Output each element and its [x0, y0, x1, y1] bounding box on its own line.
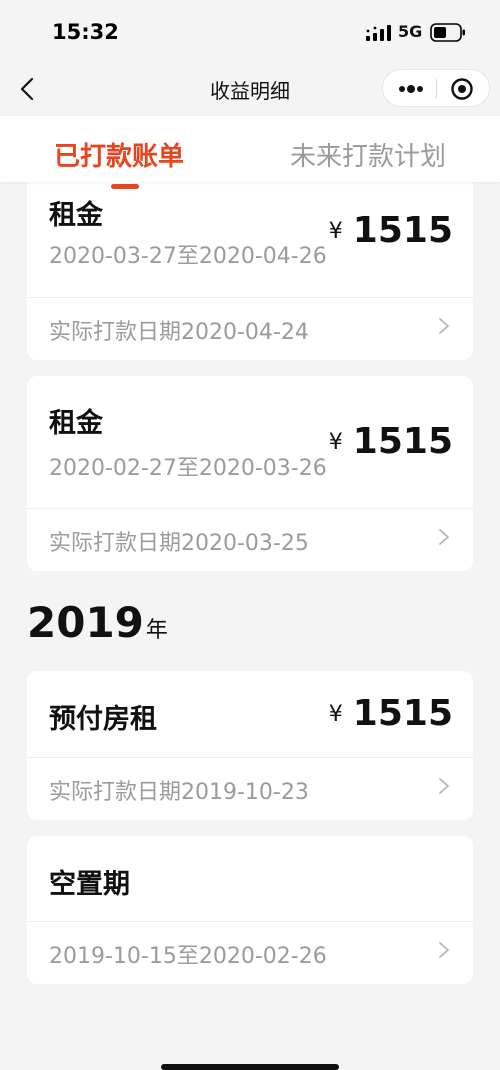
record-title: 租金	[49, 200, 103, 231]
year-number: 2019	[27, 598, 144, 647]
payment-date-row[interactable]: 实际打款日期2020-03-25	[27, 509, 473, 571]
status-time: 15:32	[52, 20, 119, 44]
payment-date-row[interactable]: 实际打款日期2019-10-23	[27, 758, 473, 820]
network-label: 5G	[398, 22, 423, 41]
year-heading: 2019年	[27, 598, 168, 647]
year-unit: 年	[145, 618, 168, 643]
currency-symbol: ¥	[328, 430, 343, 455]
chevron-right-icon	[439, 778, 449, 794]
amount-value: 1515	[352, 210, 453, 251]
vacancy-period: 2019-10-15至2020-02-26	[49, 944, 327, 969]
currency-symbol: ¥	[328, 219, 343, 244]
target-icon[interactable]	[450, 77, 474, 101]
record-period: 2020-02-27至2020-03-26	[49, 456, 327, 481]
record-card[interactable]: 预付房租 ¥1515 实际打款日期2019-10-23	[27, 671, 473, 820]
record-amount: ¥1515	[329, 210, 453, 251]
chevron-right-icon	[439, 942, 449, 958]
home-indicator[interactable]	[161, 1064, 339, 1070]
capsule-divider	[436, 79, 437, 99]
chevron-right-icon	[439, 318, 449, 334]
payment-date: 实际打款日期2020-03-25	[49, 531, 309, 556]
record-title: 租金	[49, 408, 103, 439]
active-tab-indicator	[111, 184, 139, 189]
tab-paid-bills[interactable]: 已打款账单	[54, 136, 184, 173]
battery-icon	[430, 23, 465, 42]
signal-icon	[366, 25, 391, 41]
currency-symbol: ¥	[328, 702, 343, 727]
amount-value: 1515	[352, 693, 453, 734]
chevron-right-icon	[439, 529, 449, 545]
payment-date: 实际打款日期2020-04-24	[49, 320, 309, 345]
record-title: 空置期	[49, 869, 130, 900]
record-amount: ¥1515	[329, 693, 453, 734]
vacancy-period-row[interactable]: 2019-10-15至2020-02-26	[27, 922, 473, 984]
payment-date: 实际打款日期2019-10-23	[49, 780, 309, 805]
payment-date-row[interactable]: 实际打款日期2020-04-24	[27, 298, 473, 360]
back-icon[interactable]	[16, 76, 40, 102]
tab-bar: 已打款账单 未来打款计划	[0, 116, 500, 182]
mini-program-capsule	[382, 69, 490, 107]
record-amount: ¥1515	[329, 421, 453, 462]
tab-future-payment-plan[interactable]: 未来打款计划	[290, 136, 446, 173]
nav-bar: 收益明细	[0, 64, 500, 116]
record-period: 2020-03-27至2020-04-26	[49, 244, 327, 269]
record-title: 预付房租	[49, 704, 157, 735]
record-card[interactable]: 租金 2020-02-27至2020-03-26 ¥1515 实际打款日期202…	[27, 376, 473, 571]
more-icon[interactable]	[397, 79, 425, 99]
status-bar: 15:32 5G	[0, 0, 500, 64]
record-card[interactable]: 租金 2020-03-27至2020-04-26 ¥1515 实际打款日期202…	[27, 160, 473, 360]
amount-value: 1515	[352, 421, 453, 462]
record-card[interactable]: 空置期 2019-10-15至2020-02-26	[27, 836, 473, 984]
